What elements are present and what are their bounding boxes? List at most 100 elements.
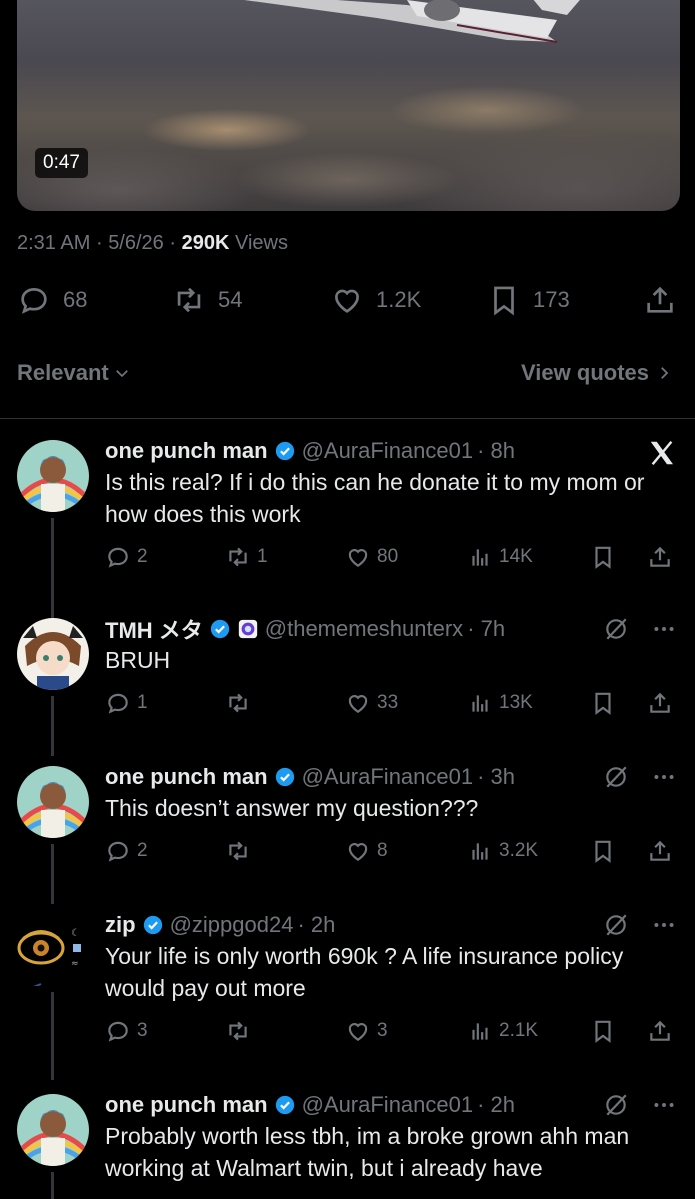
author-name[interactable]: one punch man — [105, 1092, 268, 1118]
share-icon — [647, 286, 673, 313]
more-options-icon[interactable] — [651, 1092, 677, 1118]
verified-badge-icon — [210, 619, 229, 639]
like-button[interactable]: 8 — [345, 838, 388, 864]
bookmark-count: 173 — [533, 287, 570, 312]
repost-button[interactable] — [225, 838, 251, 864]
repost-count: 54 — [218, 287, 243, 312]
more-options-icon[interactable] — [651, 764, 677, 790]
share-icon — [650, 1020, 670, 1041]
post-time: 2:31 AM — [17, 232, 91, 254]
bookmark-icon — [595, 1020, 611, 1043]
heart-icon — [348, 695, 368, 713]
avatar[interactable] — [17, 440, 89, 512]
author-name[interactable]: one punch man — [105, 438, 268, 464]
views-label: Views — [234, 232, 288, 254]
verified-badge-icon — [275, 1095, 294, 1115]
heart-icon — [348, 843, 368, 861]
views-button[interactable]: 13K — [467, 690, 533, 716]
avatar[interactable] — [17, 618, 89, 690]
video-duration: 0:47 — [35, 148, 88, 178]
grok-icon[interactable] — [603, 616, 629, 642]
avatar[interactable]: ☾ ≈ — [17, 914, 97, 986]
post-time: · 7h — [467, 616, 506, 641]
verified-badge-icon — [275, 767, 294, 787]
grok-icon[interactable] — [603, 764, 629, 790]
author-name[interactable]: TMH メタ — [105, 613, 203, 645]
heart-icon — [348, 549, 368, 567]
share-button[interactable] — [643, 283, 677, 317]
repost-button[interactable] — [225, 690, 251, 716]
reply-text: Is this real? If i do this can he donate… — [105, 469, 645, 527]
more-options-icon[interactable] — [651, 616, 677, 642]
post-date: 5/6/26 — [108, 232, 164, 254]
post-time: · 2h — [297, 912, 336, 937]
grok-icon[interactable] — [603, 912, 629, 938]
bookmark-button[interactable] — [590, 690, 616, 716]
video-player[interactable]: 0:47 — [17, 0, 680, 211]
jet-image — [244, 0, 580, 43]
avatar[interactable] — [17, 1094, 89, 1166]
verified-badge-icon — [275, 441, 294, 461]
reply-button[interactable]: 2 — [105, 838, 148, 864]
share-button[interactable] — [647, 544, 673, 570]
views-button[interactable]: 3.2K — [467, 838, 538, 864]
thread-line — [51, 518, 54, 618]
reply-button[interactable]: 1 — [105, 690, 148, 716]
reply-button[interactable]: 68 — [17, 283, 87, 317]
verified-badge-icon — [143, 915, 162, 935]
x-logo-icon[interactable] — [647, 438, 677, 468]
bookmark-button[interactable] — [590, 1018, 616, 1044]
divider — [0, 418, 695, 419]
repost-button[interactable] — [225, 1018, 251, 1044]
author-handle[interactable]: @AuraFinance01 — [302, 764, 474, 790]
heart-icon — [335, 289, 359, 313]
reply-button[interactable]: 3 — [105, 1018, 148, 1044]
bookmark-icon — [595, 840, 611, 863]
share-button[interactable] — [647, 690, 673, 716]
author-handle[interactable]: @AuraFinance01 — [302, 1092, 474, 1118]
repost-button[interactable]: 54 — [172, 283, 242, 317]
bookmark-icon — [595, 546, 611, 569]
repost-icon — [229, 841, 247, 861]
like-button[interactable]: 33 — [345, 690, 398, 716]
repost-icon — [229, 693, 247, 713]
bookmark-button[interactable]: 173 — [487, 283, 570, 317]
analytics-icon — [472, 695, 488, 712]
sort-dropdown[interactable]: Relevant — [17, 360, 131, 386]
bookmark-button[interactable] — [590, 838, 616, 864]
reply-button[interactable]: 2 — [105, 544, 148, 570]
post-actions: 68 54 1.2K 173 — [0, 283, 695, 327]
views-button[interactable]: 14K — [467, 544, 533, 570]
share-button[interactable] — [647, 838, 673, 864]
grok-icon[interactable] — [603, 1092, 629, 1118]
reply-icon — [108, 693, 128, 714]
author-handle[interactable]: @AuraFinance01 — [302, 438, 474, 464]
views-button[interactable]: 2.1K — [467, 1018, 538, 1044]
view-quotes-link[interactable]: View quotes — [521, 360, 673, 386]
repost-icon — [177, 287, 201, 313]
like-button[interactable]: 80 — [345, 544, 398, 570]
more-options-icon[interactable] — [651, 912, 677, 938]
share-icon — [650, 692, 670, 713]
share-button[interactable] — [647, 1018, 673, 1044]
author-name[interactable]: zip — [105, 912, 136, 938]
repost-button[interactable]: 1 — [225, 544, 268, 570]
share-icon — [650, 546, 670, 567]
author-handle[interactable]: @zippgod24 — [170, 912, 294, 938]
author-handle[interactable]: @thememeshunterx — [265, 616, 463, 642]
reply-icon — [108, 1021, 128, 1042]
avatar[interactable] — [17, 766, 89, 838]
reply-sort-bar: Relevant View quotes — [17, 360, 673, 392]
bookmark-button[interactable] — [590, 544, 616, 570]
repost-icon — [229, 1021, 247, 1041]
post-time: · 2h — [477, 1092, 516, 1117]
svg-text:≈: ≈ — [71, 959, 79, 969]
like-button[interactable]: 3 — [345, 1018, 388, 1044]
chevron-down-icon — [115, 370, 128, 378]
author-name[interactable]: one punch man — [105, 764, 268, 790]
thread-line — [51, 992, 54, 1080]
view-quotes-label: View quotes — [521, 360, 649, 385]
post-time: · 3h — [477, 764, 516, 789]
like-button[interactable]: 1.2K — [330, 283, 421, 317]
affiliate-badge-icon — [238, 619, 257, 639]
